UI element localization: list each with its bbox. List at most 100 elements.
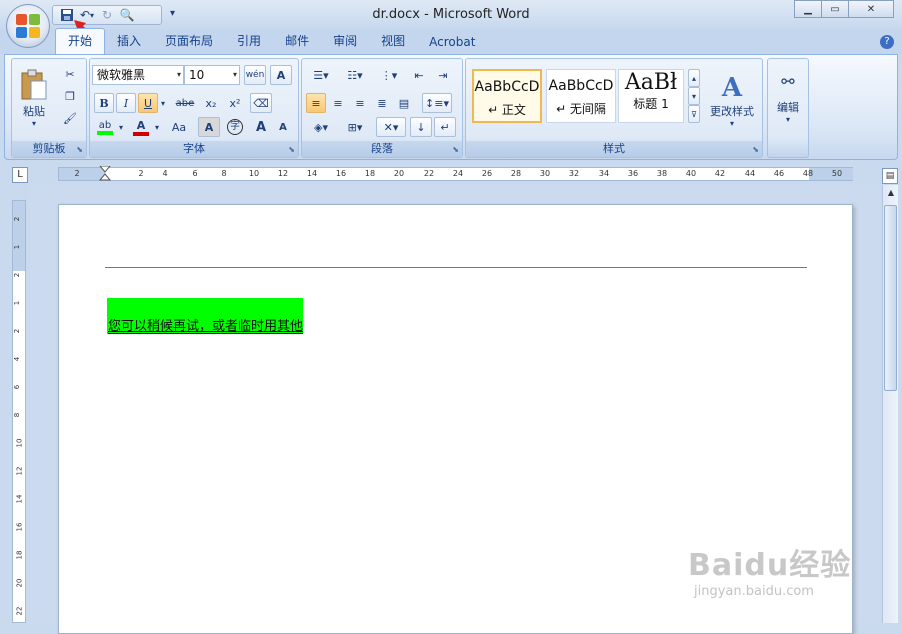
vertical-ruler-tick: 10 xyxy=(15,438,24,448)
change-case-button[interactable]: Aa xyxy=(166,117,192,137)
vertical-ruler-tick: 2 xyxy=(13,272,22,278)
cut-button[interactable]: ✂ xyxy=(60,65,80,83)
format-painter-icon: 🖌 xyxy=(63,111,77,125)
highlight-button[interactable]: ab xyxy=(94,117,116,137)
office-button[interactable] xyxy=(6,4,50,48)
align-left-button[interactable]: ≡ xyxy=(306,93,326,113)
paste-button[interactable]: 粘贴 ▾ xyxy=(16,63,52,133)
ruler-tick: 50 xyxy=(831,169,843,178)
vertical-ruler-tick: 1 xyxy=(13,300,22,306)
copy-button[interactable]: ❐ xyxy=(60,87,80,105)
scroll-thumb[interactable] xyxy=(884,205,897,391)
vertical-ruler-tick: 18 xyxy=(15,550,24,560)
numbering-button[interactable]: ☷▾ xyxy=(340,65,370,85)
print-preview-icon[interactable]: 🔍 xyxy=(119,7,135,23)
change-styles-button[interactable]: A 更改样式 ▾ xyxy=(706,65,758,135)
tab-page-layout[interactable]: 页面布局 xyxy=(153,29,225,54)
underline-dropdown-icon[interactable]: ▾ xyxy=(158,93,168,113)
style-no-spacing[interactable]: AaBbCcD ↵ 无间隔 xyxy=(546,69,616,123)
tab-home[interactable]: 开始 xyxy=(55,28,106,54)
styles-scroll-up[interactable]: ▴ xyxy=(688,69,700,87)
sort-button[interactable]: ↓ xyxy=(410,117,432,137)
highlight-dropdown-icon[interactable]: ▾ xyxy=(116,117,126,137)
borders-button[interactable]: ⊞▾ xyxy=(340,117,370,137)
restore-button[interactable]: ▭ xyxy=(821,0,849,18)
minimize-button[interactable]: ▁ xyxy=(794,0,822,18)
font-color-button[interactable]: A xyxy=(130,117,152,137)
horizontal-ruler[interactable]: 2 2 4 6 8 10 12 14 16 18 20 22 24 26 28 … xyxy=(58,166,853,182)
highlighted-text[interactable]: 您可以稍候再试，或者临时用其他 xyxy=(107,298,303,334)
highlighter-icon: ab xyxy=(98,119,112,131)
character-shading-button[interactable]: A xyxy=(198,117,220,137)
character-border-button[interactable]: A xyxy=(270,65,292,85)
ruler-tick: 22 xyxy=(423,169,435,178)
editing-button[interactable]: ⚯ 编辑 ▾ xyxy=(770,65,806,131)
help-icon[interactable]: ? xyxy=(880,35,894,49)
font-color-swatch xyxy=(133,131,149,136)
underline-button[interactable]: U xyxy=(138,93,158,113)
styles-launcher-icon[interactable]: ⬊ xyxy=(752,145,759,154)
styles-more[interactable]: ⊽ xyxy=(688,105,700,123)
vertical-scrollbar[interactable]: ▲ xyxy=(882,185,898,623)
superscript-button[interactable]: x² xyxy=(224,93,246,113)
style-normal[interactable]: AaBbCcD ↵ 正文 xyxy=(472,69,542,123)
tab-selector[interactable]: L xyxy=(12,167,28,183)
font-launcher-icon[interactable]: ⬊ xyxy=(288,145,295,154)
minimize-icon: ▁ xyxy=(804,3,812,15)
bullets-button[interactable]: ☰▾ xyxy=(306,65,336,85)
distribute-button[interactable]: ▤ xyxy=(394,93,414,113)
line-spacing-button[interactable]: ↕≡▾ xyxy=(422,93,452,113)
copy-icon: ❐ xyxy=(65,89,75,103)
ruler-tick: 12 xyxy=(277,169,289,178)
clipboard-group: 粘贴 ▾ ✂ ❐ 🖌 剪贴板 ⬊ xyxy=(11,58,87,158)
font-size-combo[interactable]: 10 ▾ xyxy=(184,65,240,85)
italic-button[interactable]: I xyxy=(116,93,136,113)
enclose-characters-button[interactable]: 字 xyxy=(224,117,246,137)
show-marks-button[interactable]: ↵ xyxy=(434,117,456,137)
view-ruler-toggle[interactable]: ▤ xyxy=(882,168,898,184)
grow-font-button[interactable]: A xyxy=(250,117,272,137)
clipboard-group-label: 剪贴板 xyxy=(12,141,86,157)
align-center-button[interactable]: ≡ xyxy=(328,93,348,113)
scroll-up-icon[interactable]: ▲ xyxy=(883,185,899,201)
font-name-combo[interactable]: 微软雅黑 ▾ xyxy=(92,65,184,85)
tab-view[interactable]: 视图 xyxy=(369,29,417,54)
chevron-down-icon: ▾ xyxy=(785,115,790,124)
indent-marker-icon[interactable] xyxy=(99,166,111,182)
ruler-tick: 46 xyxy=(773,169,785,178)
justify-button[interactable]: ≣ xyxy=(372,93,392,113)
subscript-button[interactable]: x₂ xyxy=(200,93,222,113)
tab-acrobat[interactable]: Acrobat xyxy=(417,32,487,54)
chinese-layout-button[interactable]: ✕▾ xyxy=(376,117,406,137)
format-painter-button[interactable]: 🖌 xyxy=(60,109,80,127)
tab-mailings[interactable]: 邮件 xyxy=(273,29,321,54)
qat-customize-icon[interactable]: ▾ xyxy=(170,8,175,19)
ruler-tick: 32 xyxy=(568,169,580,178)
close-button[interactable]: ✕ xyxy=(848,0,894,18)
shading-button[interactable]: ◈▾ xyxy=(306,117,336,137)
justify-icon: ≣ xyxy=(377,96,387,110)
tab-references[interactable]: 引用 xyxy=(225,29,273,54)
style-heading-1[interactable]: AaBł 标题 1 xyxy=(618,69,684,123)
paragraph-launcher-icon[interactable]: ⬊ xyxy=(452,145,459,154)
vertical-ruler-tick: 2 xyxy=(13,328,22,334)
clear-formatting-button[interactable]: ⌫ xyxy=(250,93,272,113)
styles-group-label: 样式 xyxy=(466,141,762,157)
styles-scroll-down[interactable]: ▾ xyxy=(688,87,700,105)
shrink-font-button[interactable]: A xyxy=(272,117,294,137)
vertical-ruler-tick: 22 xyxy=(15,606,24,616)
tab-review[interactable]: 审阅 xyxy=(321,29,369,54)
scissors-icon: ✂ xyxy=(65,67,75,81)
align-right-button[interactable]: ≡ xyxy=(350,93,370,113)
font-color-dropdown-icon[interactable]: ▾ xyxy=(152,117,162,137)
decrease-indent-button[interactable]: ⇤ xyxy=(408,65,430,85)
clipboard-launcher-icon[interactable]: ⬊ xyxy=(76,145,83,154)
vertical-ruler-tick: 12 xyxy=(15,466,24,476)
tab-insert[interactable]: 插入 xyxy=(105,29,153,54)
phonetic-guide-button[interactable]: wén xyxy=(244,65,266,85)
bold-button[interactable]: B xyxy=(94,93,114,113)
strikethrough-button[interactable]: abe xyxy=(172,93,198,113)
increase-indent-button[interactable]: ⇥ xyxy=(432,65,454,85)
vertical-ruler[interactable]: 2 1 2 1 2 4 6 8 10 12 14 16 18 20 22 xyxy=(12,200,26,623)
multilevel-list-button[interactable]: ⋮▾ xyxy=(374,65,404,85)
